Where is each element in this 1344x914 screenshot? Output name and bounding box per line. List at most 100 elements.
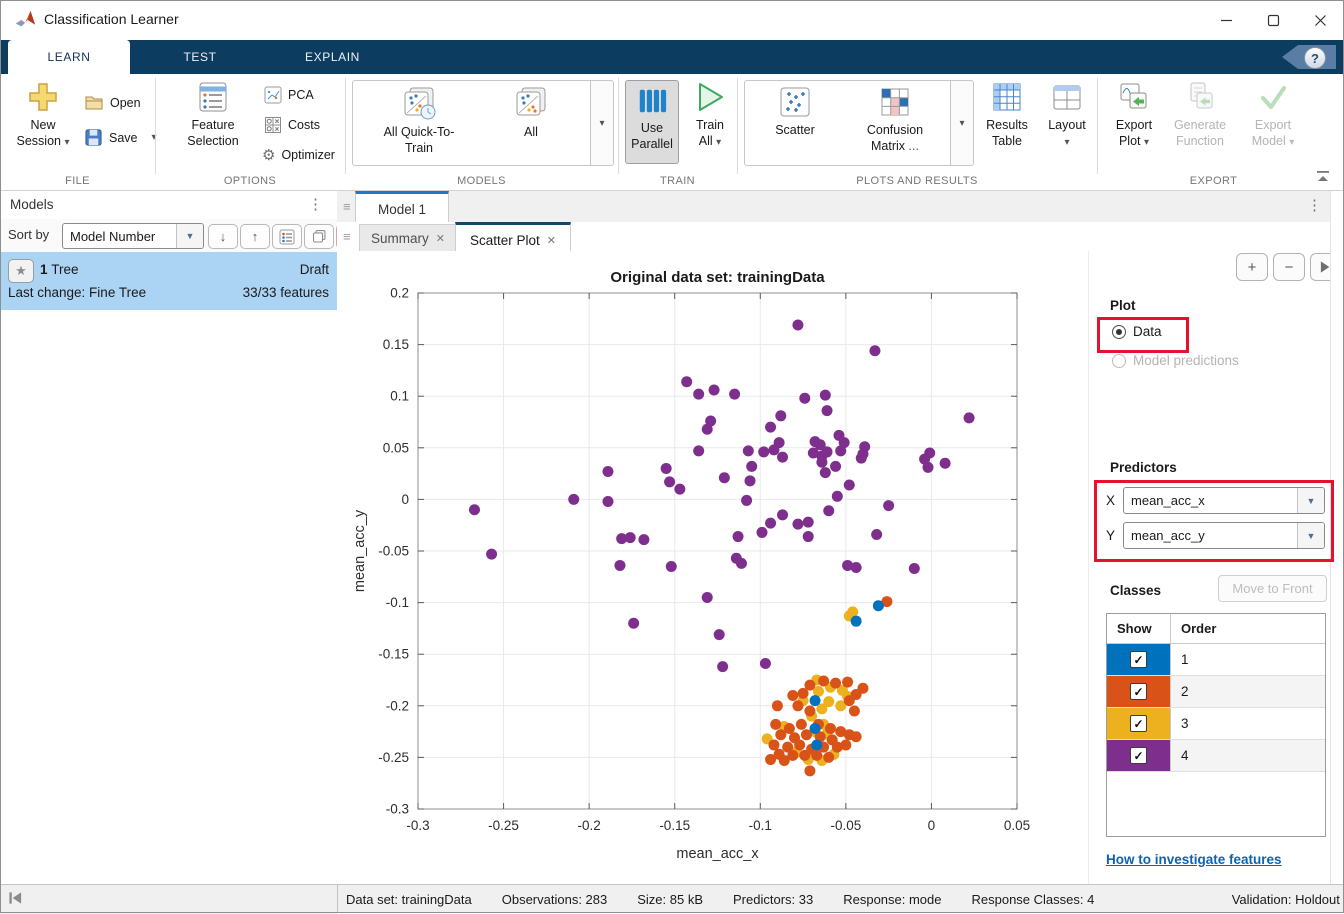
duplicate-model-button[interactable] (304, 224, 334, 249)
save-label: Save (109, 131, 138, 145)
gallery-dropdown-icon: ▾ (599, 118, 604, 129)
svg-text:-0.1: -0.1 (386, 595, 409, 610)
minimize-button[interactable] (1203, 0, 1250, 40)
class-color-cell: ✓ (1107, 708, 1171, 739)
results-table-label-2: Table (992, 134, 1022, 148)
pca-button[interactable]: PCA (264, 86, 314, 104)
help-button[interactable]: ? (1280, 44, 1336, 70)
open-folder-icon (84, 94, 104, 112)
section-label-file: FILE (0, 175, 155, 187)
sort-by-select[interactable]: Model Number ▼ (62, 223, 204, 249)
class-color-cell: ✓ (1107, 740, 1171, 771)
classes-heading: Classes (1110, 583, 1161, 598)
export-plot-button[interactable]: Export Plot ▾ (1106, 80, 1162, 149)
feature-selection-label-1: Feature (191, 118, 234, 132)
all-quick-to-train-button[interactable]: All Quick-To- Train (367, 85, 471, 156)
export-model-button[interactable]: Export Model ▾ (1242, 80, 1304, 149)
save-disk-icon (84, 128, 103, 147)
tab-explain[interactable]: EXPLAIN (270, 40, 395, 74)
optimizer-label: Optimizer (281, 148, 334, 162)
favorite-star-button[interactable]: ★ (8, 259, 34, 283)
class-color-cell: ✓ (1107, 644, 1171, 675)
class-order-cell[interactable]: 4 (1171, 740, 1325, 771)
train-all-label-1: Train (696, 118, 724, 132)
class-visibility-checkbox[interactable]: ✓ (1130, 651, 1147, 668)
status-bar: Data set: trainingData Observations: 283… (337, 884, 1344, 913)
export-plot-label-2: Plot (1119, 134, 1141, 148)
use-parallel-toggle[interactable]: Use Parallel (625, 80, 679, 164)
class-visibility-checkbox[interactable]: ✓ (1130, 715, 1147, 732)
models-gallery-dropdown-button[interactable]: ▾ (590, 80, 614, 166)
x-predictor-select[interactable]: mean_acc_x ▼ (1123, 487, 1325, 514)
scatter-plot-figure[interactable]: -0.3-0.25-0.2-0.15-0.1-0.0500.05-0.3-0.2… (348, 252, 1088, 877)
how-to-investigate-link[interactable]: How to investigate features (1106, 852, 1282, 867)
save-button[interactable]: Save ▾ (84, 128, 157, 147)
radio-model-predictions-option[interactable]: Model predictions (1112, 353, 1239, 368)
y-predictor-label: Y (1106, 528, 1115, 543)
dropdown-arrow-icon[interactable]: ▼ (1297, 523, 1324, 548)
class-order-cell[interactable]: 1 (1171, 644, 1325, 675)
tab-test[interactable]: TEST (130, 40, 270, 74)
tab-model-1[interactable]: Model 1 (355, 191, 449, 225)
status-response: Response: mode (843, 892, 941, 907)
all-quick-to-train-icon (401, 85, 437, 121)
new-session-button[interactable]: New Session ▾ (10, 80, 76, 149)
radio-data-option[interactable]: Data (1112, 324, 1162, 339)
confusion-matrix-button[interactable]: Confusion Matrix ... (845, 85, 945, 154)
y-predictor-select[interactable]: mean_acc_y ▼ (1123, 522, 1325, 549)
right-edge-strip (1330, 191, 1344, 884)
plot-heading: Plot (1110, 298, 1136, 313)
favorites-list-icon (279, 229, 295, 245)
model-list-item-selected[interactable]: ★ 1 Tree Draft Last change: Fine Tree 33… (0, 252, 337, 310)
maximize-button[interactable] (1250, 0, 1297, 40)
train-all-button[interactable]: Train All ▾ (686, 80, 734, 149)
open-button[interactable]: Open (84, 94, 141, 112)
collapse-ribbon-button[interactable] (1314, 170, 1332, 187)
generate-function-button[interactable]: Generate Function (1168, 80, 1232, 149)
costs-button[interactable]: Costs (264, 116, 320, 134)
layout-button[interactable]: Layout ▾ (1042, 80, 1092, 149)
close-icon (1314, 14, 1327, 27)
sort-descending-button[interactable]: ↓ (208, 224, 238, 249)
dropdown-arrow-icon[interactable]: ▼ (176, 224, 203, 248)
svg-text:-0.2: -0.2 (578, 818, 601, 833)
sort-ascending-button[interactable]: ↑ (240, 224, 270, 249)
results-table-button[interactable]: Results Table (978, 80, 1036, 149)
class-visibility-checkbox[interactable]: ✓ (1130, 747, 1147, 764)
export-model-dropdown-icon: ▾ (1289, 137, 1294, 148)
drag-handle-icon[interactable]: ≡ (343, 199, 350, 214)
plots-gallery-dropdown-button[interactable]: ▾ (950, 80, 974, 166)
kebab-menu-icon[interactable]: ⋮ (308, 197, 323, 212)
show-column-header: Show (1107, 614, 1171, 643)
status-data-set: Data set: trainingData (346, 892, 472, 907)
ribbon-separator (737, 78, 738, 174)
optimizer-button[interactable]: ⚙ Optimizer (262, 146, 335, 164)
favorites-list-button[interactable] (272, 224, 302, 249)
results-table-label-1: Results (986, 118, 1028, 132)
svg-text:mean_acc_y: mean_acc_y (352, 509, 368, 592)
close-tab-icon[interactable]: ✕ (436, 232, 445, 245)
collapse-models-panel-button[interactable] (8, 891, 23, 908)
svg-text:Original data set: trainingDat: Original data set: trainingData (610, 269, 825, 286)
class-order-cell[interactable]: 2 (1171, 676, 1325, 707)
all-models-button[interactable]: All (491, 85, 571, 141)
new-session-plus-icon (26, 80, 60, 114)
confusion-label-2: Matrix (871, 139, 905, 153)
scatter-plot-button[interactable]: Scatter (753, 85, 837, 139)
move-to-front-button[interactable]: Move to Front (1218, 575, 1327, 602)
class-order-cell[interactable]: 3 (1171, 708, 1325, 739)
dropdown-arrow-icon[interactable]: ▼ (1297, 488, 1324, 513)
class-visibility-checkbox[interactable]: ✓ (1130, 683, 1147, 700)
order-column-header: Order (1171, 614, 1325, 643)
generate-function-label-1: Generate (1174, 118, 1226, 132)
close-tab-icon[interactable]: ✕ (547, 234, 556, 247)
tab-learn[interactable]: LEARN (8, 40, 130, 74)
x-predictor-row: X mean_acc_x ▼ (1106, 487, 1325, 514)
drag-handle-icon[interactable]: ≡ (343, 229, 350, 244)
tab-summary[interactable]: Summary ✕ (359, 224, 457, 252)
feature-selection-button[interactable]: Feature Selection (168, 80, 258, 149)
close-button[interactable] (1297, 0, 1344, 40)
export-plot-label-1: Export (1116, 118, 1152, 132)
status-predictors: Predictors: 33 (733, 892, 813, 907)
document-kebab-icon[interactable]: ⋮ (1307, 198, 1322, 213)
